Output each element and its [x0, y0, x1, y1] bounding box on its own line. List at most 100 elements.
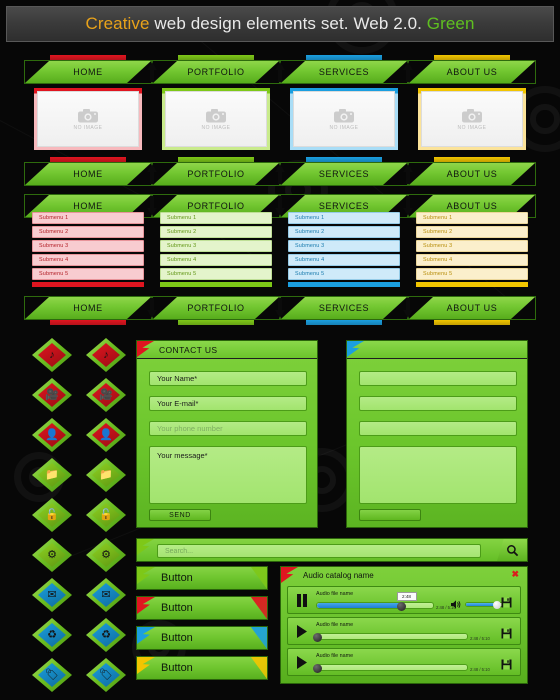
blank-field-3[interactable]	[359, 421, 517, 436]
audio-track[interactable]: Audio file name 2:48 / 5:10	[287, 648, 521, 676]
submenu-item-3[interactable]: Submenu 3	[416, 240, 528, 252]
blank-submit-button[interactable]	[359, 509, 421, 521]
progress-bar[interactable]: 2:48	[316, 592, 434, 611]
action-button-2[interactable]: Button	[136, 596, 268, 620]
submenu-item-1[interactable]: Submenu 1	[160, 212, 272, 224]
action-button-1[interactable]: Button	[136, 566, 268, 590]
save-icon[interactable]	[501, 626, 512, 639]
submenu-item-4[interactable]: Submenu 4	[288, 254, 400, 266]
blank-field-2[interactable]	[359, 396, 517, 411]
nav-slab[interactable]: SERVICES	[280, 296, 408, 320]
nav-item-services[interactable]: SERVICES	[280, 296, 413, 325]
blank-textarea[interactable]	[359, 446, 517, 504]
image-card[interactable]: NO IMAGE	[280, 88, 408, 150]
progress-knob[interactable]	[313, 664, 322, 673]
send-button[interactable]: SEND	[149, 509, 211, 521]
nav-item-home[interactable]: HOME	[24, 157, 157, 186]
nav-slab[interactable]: HOME	[24, 162, 152, 186]
folder-icon-button[interactable]: 📁	[86, 458, 126, 492]
navbar-secondary[interactable]: HOME PORTFOLIO SERVICES ABOUT US	[24, 157, 536, 186]
nav-slab[interactable]: PORTFOLIO	[152, 296, 280, 320]
submenu-item-4[interactable]: Submenu 4	[32, 254, 144, 266]
submenu-item-4[interactable]: Submenu 4	[416, 254, 528, 266]
nav-slab[interactable]: PORTFOLIO	[152, 60, 280, 84]
nav-item-portfolio[interactable]: PORTFOLIO	[152, 55, 285, 84]
image-card[interactable]: NO IMAGE	[152, 88, 280, 150]
nav-slab[interactable]: HOME	[24, 60, 152, 84]
nav-item-about-us[interactable]: ABOUT US	[408, 296, 536, 325]
submenu-item-5[interactable]: Submenu 5	[288, 268, 400, 280]
nav-item-portfolio[interactable]: PORTFOLIO	[152, 296, 285, 325]
submenu-item-5[interactable]: Submenu 5	[32, 268, 144, 280]
mail-globe-icon-button[interactable]: ✉	[86, 578, 126, 612]
progress-bar[interactable]	[313, 664, 468, 673]
image-card[interactable]: NO IMAGE	[408, 88, 536, 150]
action-button-3[interactable]: Button	[136, 626, 268, 650]
email-field[interactable]: Your E-mail*	[149, 396, 307, 411]
recycle-icon-button[interactable]: ♻	[86, 618, 126, 652]
nav-item-about-us[interactable]: ABOUT US	[408, 157, 536, 186]
user-icon-button[interactable]: 👤	[86, 418, 126, 452]
speaker-icon[interactable]	[451, 600, 461, 611]
unlock-icon-button[interactable]: 🔓	[32, 498, 72, 532]
nav-slab[interactable]: SERVICES	[280, 162, 408, 186]
nav-slab[interactable]: ABOUT US	[408, 60, 536, 84]
play-icon[interactable]	[296, 656, 308, 669]
submenu-item-1[interactable]: Submenu 1	[416, 212, 528, 224]
unlock-icon-button[interactable]: 🔓	[86, 498, 126, 532]
submenu-item-1[interactable]: Submenu 1	[32, 212, 144, 224]
submenu-item-2[interactable]: Submenu 2	[160, 226, 272, 238]
close-icon[interactable]: ✖	[511, 570, 519, 579]
nav-slab[interactable]: HOME	[24, 296, 152, 320]
nav-item-portfolio[interactable]: PORTFOLIO	[152, 157, 285, 186]
audio-track[interactable]: Audio file name 2:48 2:48 / 5:10	[287, 586, 521, 614]
search-input[interactable]: Search...	[157, 544, 481, 558]
music-note-icon-button[interactable]: ♪	[32, 338, 72, 372]
nav-slab[interactable]: ABOUT US	[408, 296, 536, 320]
submenu-item-2[interactable]: Submenu 2	[288, 226, 400, 238]
submenu-item-1[interactable]: Submenu 1	[288, 212, 400, 224]
progress-knob[interactable]	[313, 633, 322, 642]
nav-item-about-us[interactable]: ABOUT US	[408, 55, 536, 84]
save-icon[interactable]	[501, 657, 512, 670]
nav-item-services[interactable]: SERVICES	[280, 55, 413, 84]
submenu-item-5[interactable]: Submenu 5	[160, 268, 272, 280]
submenu-item-5[interactable]: Submenu 5	[416, 268, 528, 280]
navbar-primary[interactable]: HOME PORTFOLIO SERVICES ABOUT US	[24, 55, 536, 84]
gear-icon-button[interactable]: ⚙	[86, 538, 126, 572]
nav-item-home[interactable]: HOME	[24, 296, 157, 325]
volume-knob[interactable]	[492, 601, 501, 609]
name-field[interactable]: Your Name*	[149, 371, 307, 386]
navbar-footer[interactable]: HOME PORTFOLIO SERVICES ABOUT US	[24, 296, 536, 325]
submenu-item-3[interactable]: Submenu 3	[160, 240, 272, 252]
video-camera-icon-button[interactable]: 🎥	[32, 378, 72, 412]
music-note-icon-button[interactable]: ♪	[86, 338, 126, 372]
nav-slab[interactable]: PORTFOLIO	[152, 162, 280, 186]
message-field[interactable]: Your message*	[149, 446, 307, 504]
submenu-item-2[interactable]: Submenu 2	[416, 226, 528, 238]
submenu-item-2[interactable]: Submenu 2	[32, 226, 144, 238]
play-icon[interactable]	[296, 625, 308, 638]
action-button-4[interactable]: Button	[136, 656, 268, 680]
tag-icon-button[interactable]: 🏷	[86, 658, 126, 692]
mail-globe-icon-button[interactable]: ✉	[32, 578, 72, 612]
progress-knob[interactable]	[396, 602, 406, 611]
image-card[interactable]: NO IMAGE	[24, 88, 152, 150]
video-camera-icon-button[interactable]: 🎥	[86, 378, 126, 412]
nav-slab[interactable]: SERVICES	[280, 60, 408, 84]
phone-field[interactable]: Your phone number	[149, 421, 307, 436]
submenu-item-3[interactable]: Submenu 3	[32, 240, 144, 252]
submenu-item-4[interactable]: Submenu 4	[160, 254, 272, 266]
tag-icon-button[interactable]: 🏷	[32, 658, 72, 692]
nav-item-services[interactable]: SERVICES	[280, 157, 413, 186]
audio-track[interactable]: Audio file name 2:48 / 5:10	[287, 617, 521, 645]
save-icon[interactable]	[501, 595, 512, 608]
recycle-icon-button[interactable]: ♻	[32, 618, 72, 652]
nav-item-home[interactable]: HOME	[24, 55, 157, 84]
pause-icon[interactable]	[296, 594, 308, 607]
blank-field-1[interactable]	[359, 371, 517, 386]
submenu-item-3[interactable]: Submenu 3	[288, 240, 400, 252]
nav-slab[interactable]: ABOUT US	[408, 162, 536, 186]
user-icon-button[interactable]: 👤	[32, 418, 72, 452]
folder-icon-button[interactable]: 📁	[32, 458, 72, 492]
